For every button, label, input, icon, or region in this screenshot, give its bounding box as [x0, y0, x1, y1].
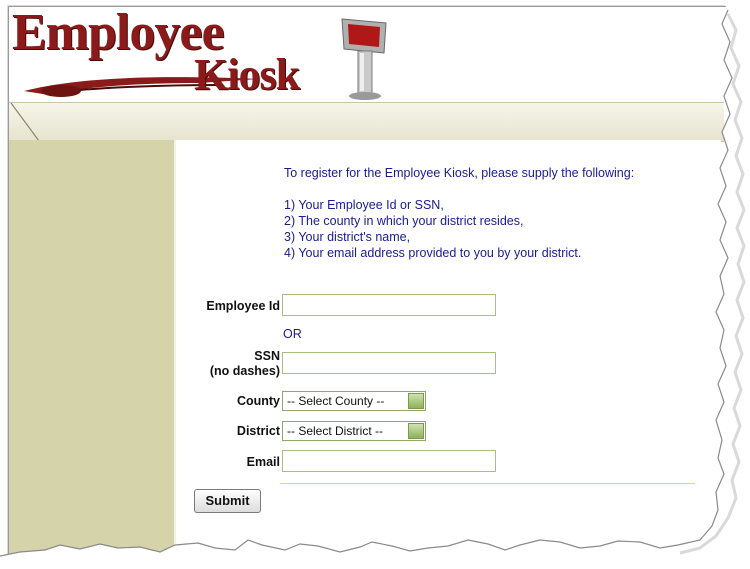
page: Employee Kiosk To register for the Emplo… — [0, 0, 750, 569]
torn-edge-decoration — [0, 0, 750, 569]
